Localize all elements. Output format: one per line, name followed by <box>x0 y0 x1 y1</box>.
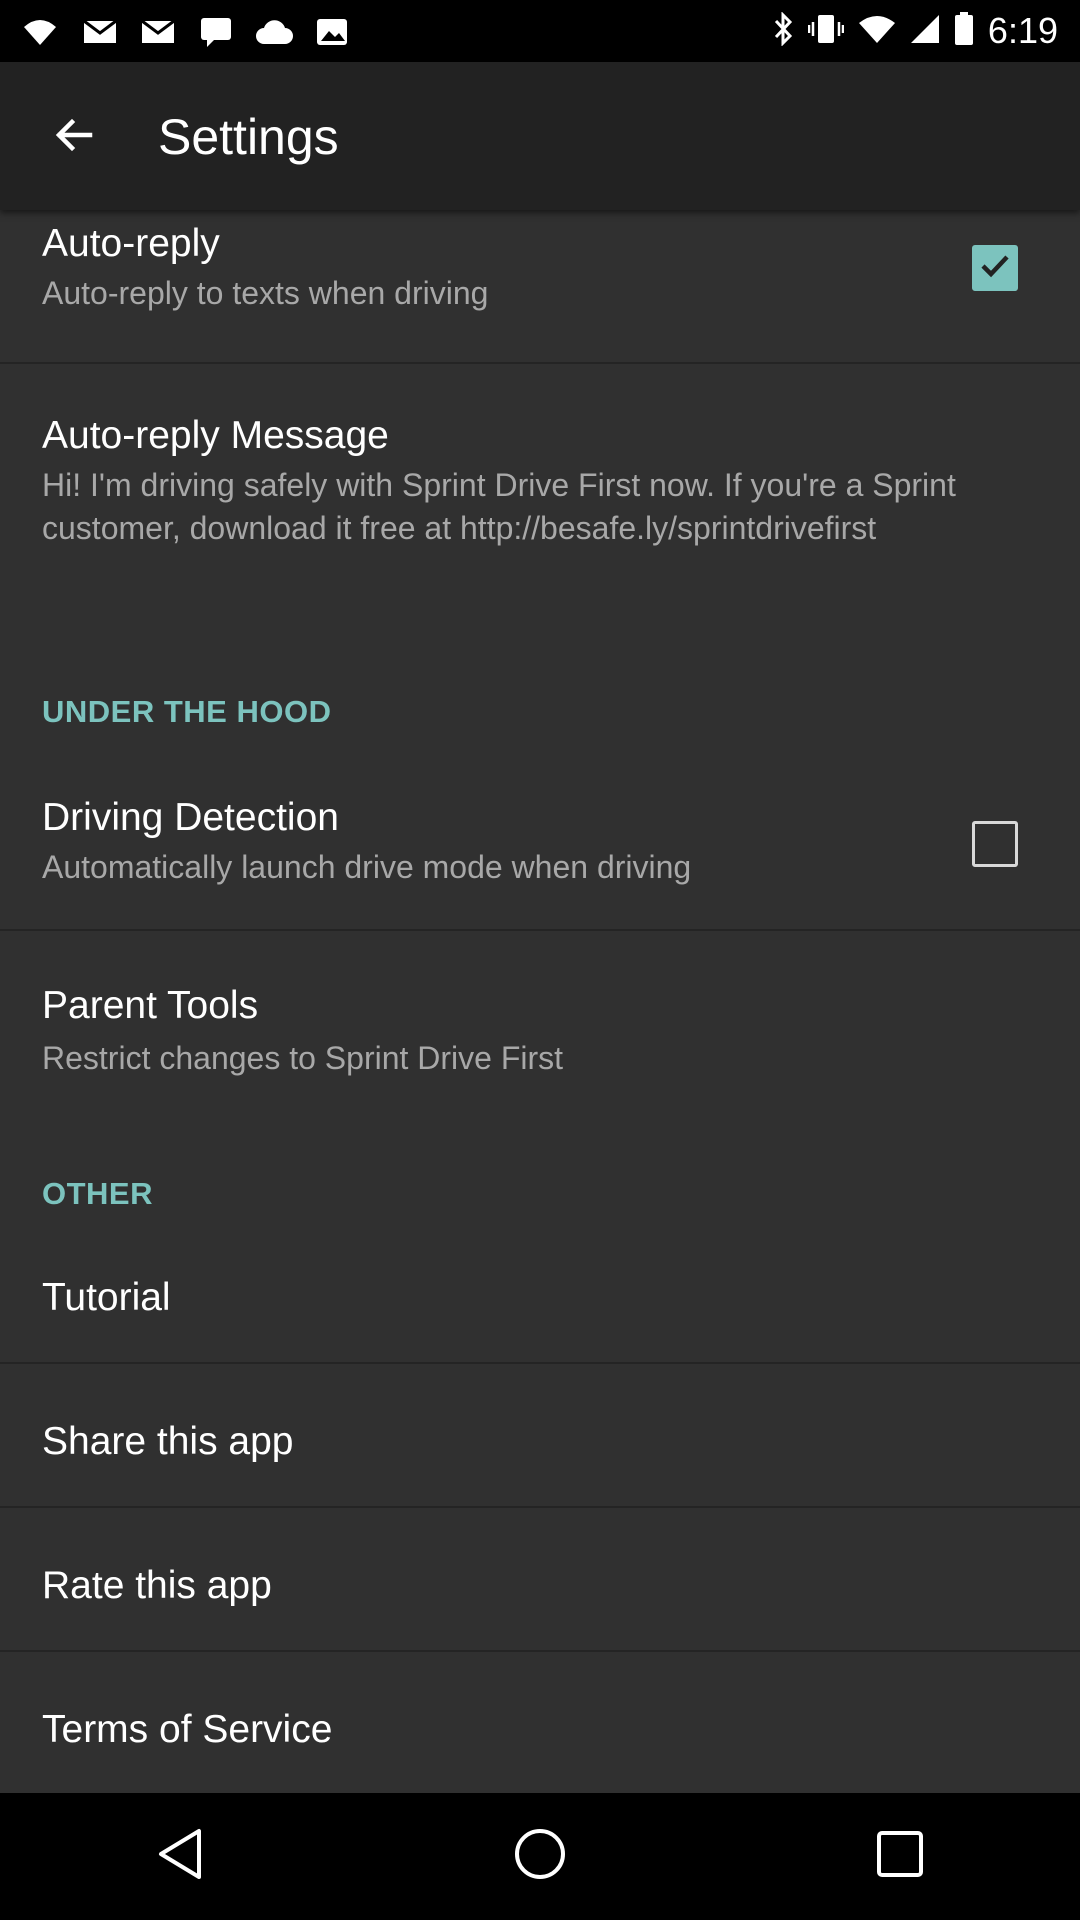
vibrate-icon <box>807 12 845 51</box>
section-header-other: OTHER <box>42 1176 153 1211</box>
setting-title: Driving Detection <box>42 796 339 839</box>
bluetooth-icon <box>772 10 794 51</box>
nav-back-button[interactable] <box>120 1807 240 1907</box>
photo-icon <box>312 12 352 52</box>
setting-title: Rate this app <box>42 1564 272 1607</box>
signal-icon <box>910 14 940 49</box>
setting-title: Auto-reply <box>42 222 220 265</box>
status-time: 6:19 <box>987 10 1058 51</box>
message-icon <box>196 12 236 52</box>
setting-title: Terms of Service <box>42 1708 333 1751</box>
setting-title: Auto-reply Message <box>42 414 389 457</box>
check-icon <box>978 249 1012 288</box>
wifi-icon <box>20 12 60 52</box>
mail-icon <box>138 12 178 52</box>
arrow-back-icon <box>52 113 96 162</box>
status-icons: 6:19 <box>772 0 1058 62</box>
wifi-icon <box>858 14 896 49</box>
setting-summary: Hi! I'm driving safely with Sprint Drive… <box>42 467 956 546</box>
setting-title: Share this app <box>42 1420 294 1463</box>
auto-reply-checkbox[interactable] <box>972 245 1018 291</box>
setting-title: Tutorial <box>42 1276 171 1319</box>
setting-auto-reply-message[interactable]: Auto-reply Message Hi! I'm driving safel… <box>0 364 1080 804</box>
nav-home-button[interactable] <box>480 1807 600 1907</box>
setting-summary: Auto-reply to texts when driving <box>42 275 489 311</box>
setting-summary: Automatically launch drive mode when dri… <box>42 849 692 885</box>
setting-terms-of-service[interactable]: Terms of Service <box>0 1652 1080 1793</box>
status-bar: 6:19 <box>0 0 1080 62</box>
driving-detection-checkbox[interactable] <box>972 821 1018 867</box>
navigation-bar <box>0 1793 1080 1920</box>
setting-rate-app[interactable]: Rate this app <box>0 1508 1080 1650</box>
cloud-icon <box>254 12 294 52</box>
mail-icon <box>80 12 120 52</box>
app-bar: Settings <box>0 62 1080 210</box>
setting-title: Parent Tools <box>42 984 259 1027</box>
setting-parent-tools[interactable]: Parent Tools Restrict changes to Sprint … <box>0 931 1080 1131</box>
settings-list: Auto-reply Auto-reply to texts when driv… <box>0 210 1080 1793</box>
setting-summary: Restrict changes to Sprint Drive First <box>42 1040 564 1076</box>
nav-home-icon <box>513 1827 567 1886</box>
page-title: Settings <box>158 109 339 165</box>
nav-back-icon <box>155 1827 205 1886</box>
setting-auto-reply[interactable]: Auto-reply Auto-reply to texts when driv… <box>0 210 1080 362</box>
nav-recents-button[interactable] <box>840 1807 960 1907</box>
battery-icon <box>954 11 974 51</box>
section-header-under-the-hood: UNDER THE HOOD <box>42 694 332 729</box>
setting-driving-detection[interactable]: Driving Detection Automatically launch d… <box>0 776 1080 928</box>
setting-share-app[interactable]: Share this app <box>0 1364 1080 1506</box>
nav-recents-icon <box>875 1829 925 1884</box>
back-button[interactable] <box>34 102 114 172</box>
